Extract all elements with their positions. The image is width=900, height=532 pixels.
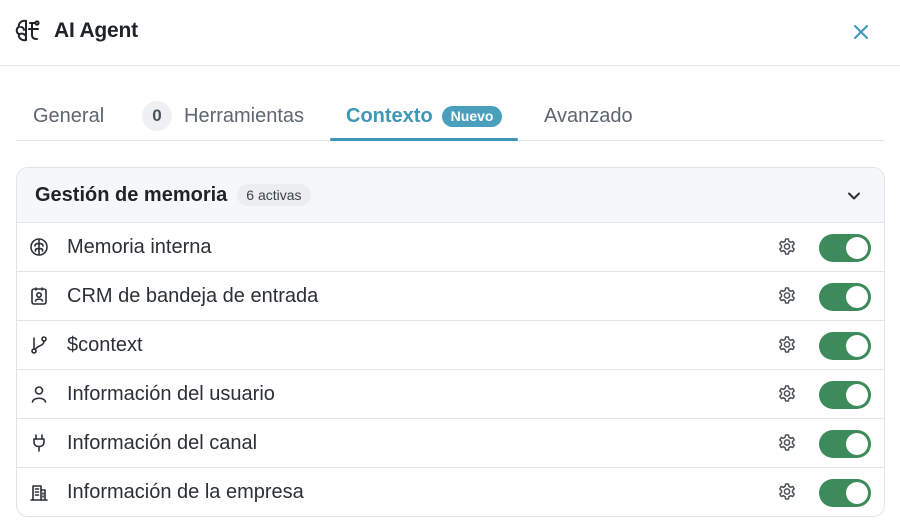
- new-badge: Nuevo: [441, 105, 503, 127]
- memory-management-card: Gestión de memoria 6 activas Memoria int…: [16, 167, 885, 517]
- list-item-label: CRM de bandeja de entrada: [67, 284, 319, 307]
- building-icon: [30, 485, 48, 501]
- list-item-empresa: Información de la empresa: [17, 468, 884, 516]
- chevron-down-icon[interactable]: [844, 186, 864, 206]
- toggle-usuario[interactable]: [819, 381, 871, 409]
- list-item-label: Memoria interna: [67, 235, 212, 258]
- contact-card-icon: [31, 287, 47, 305]
- list-item-label: Información de la empresa: [67, 481, 304, 503]
- plug-icon: [33, 434, 45, 452]
- close-button[interactable]: [846, 17, 876, 47]
- list-item-label: Información del usuario: [67, 382, 275, 405]
- tab-general[interactable]: General: [33, 92, 104, 140]
- gear-icon[interactable]: [777, 384, 797, 404]
- tab-context[interactable]: Contexto Nuevo: [330, 92, 519, 141]
- tools-count-badge: 0: [142, 101, 172, 131]
- list-item-label: $context: [67, 333, 143, 356]
- toggle-crm-bandeja[interactable]: [819, 283, 871, 311]
- list-item-usuario: Información del usuario: [17, 370, 884, 419]
- dialog-header: AI Agent: [0, 0, 900, 66]
- toggle-knob: [846, 237, 868, 259]
- list-item-label: Información del canal: [67, 431, 258, 454]
- toggle-knob: [846, 482, 868, 504]
- tab-bar: General 0 Herramientas Contexto Nuevo Av…: [16, 92, 884, 141]
- toggle-context[interactable]: [819, 332, 871, 360]
- active-count-badge: 6 activas: [237, 184, 311, 206]
- user-icon: [31, 386, 47, 403]
- gear-icon[interactable]: [777, 286, 797, 306]
- brain-circuit-icon: [14, 17, 42, 45]
- tab-label: Avanzado: [544, 104, 633, 127]
- tab-label: General: [33, 104, 105, 127]
- toggle-memoria-interna[interactable]: [819, 234, 871, 262]
- tab-advanced[interactable]: Avanzado: [544, 92, 633, 140]
- memory-card-title: Gestión de memoria: [35, 183, 228, 206]
- toggle-canal[interactable]: [819, 430, 871, 458]
- tab-label: Herramientas: [184, 104, 305, 127]
- toggle-knob: [846, 335, 868, 357]
- app-title: AI Agent: [54, 19, 138, 42]
- list-item-canal: Información del canal: [17, 419, 884, 468]
- toggle-knob: [846, 384, 868, 406]
- memory-card-header[interactable]: Gestión de memoria 6 activas: [17, 168, 884, 223]
- list-item-memoria-interna: Memoria interna: [17, 223, 884, 272]
- tab-tools[interactable]: 0 Herramientas: [142, 92, 304, 140]
- gear-icon[interactable]: [777, 335, 797, 355]
- toggle-empresa[interactable]: [819, 479, 871, 507]
- gear-icon[interactable]: [777, 482, 797, 502]
- toggle-knob: [846, 286, 868, 308]
- gear-icon[interactable]: [777, 433, 797, 453]
- tab-label: Contexto: [346, 104, 433, 127]
- close-icon: [854, 25, 868, 39]
- toggle-knob: [846, 433, 868, 455]
- brain-icon: [30, 238, 48, 256]
- git-branch-icon: [31, 336, 47, 354]
- list-item-crm-bandeja: CRM de bandeja de entrada: [17, 272, 884, 321]
- list-item-context: $context: [17, 321, 884, 370]
- gear-icon[interactable]: [777, 237, 797, 257]
